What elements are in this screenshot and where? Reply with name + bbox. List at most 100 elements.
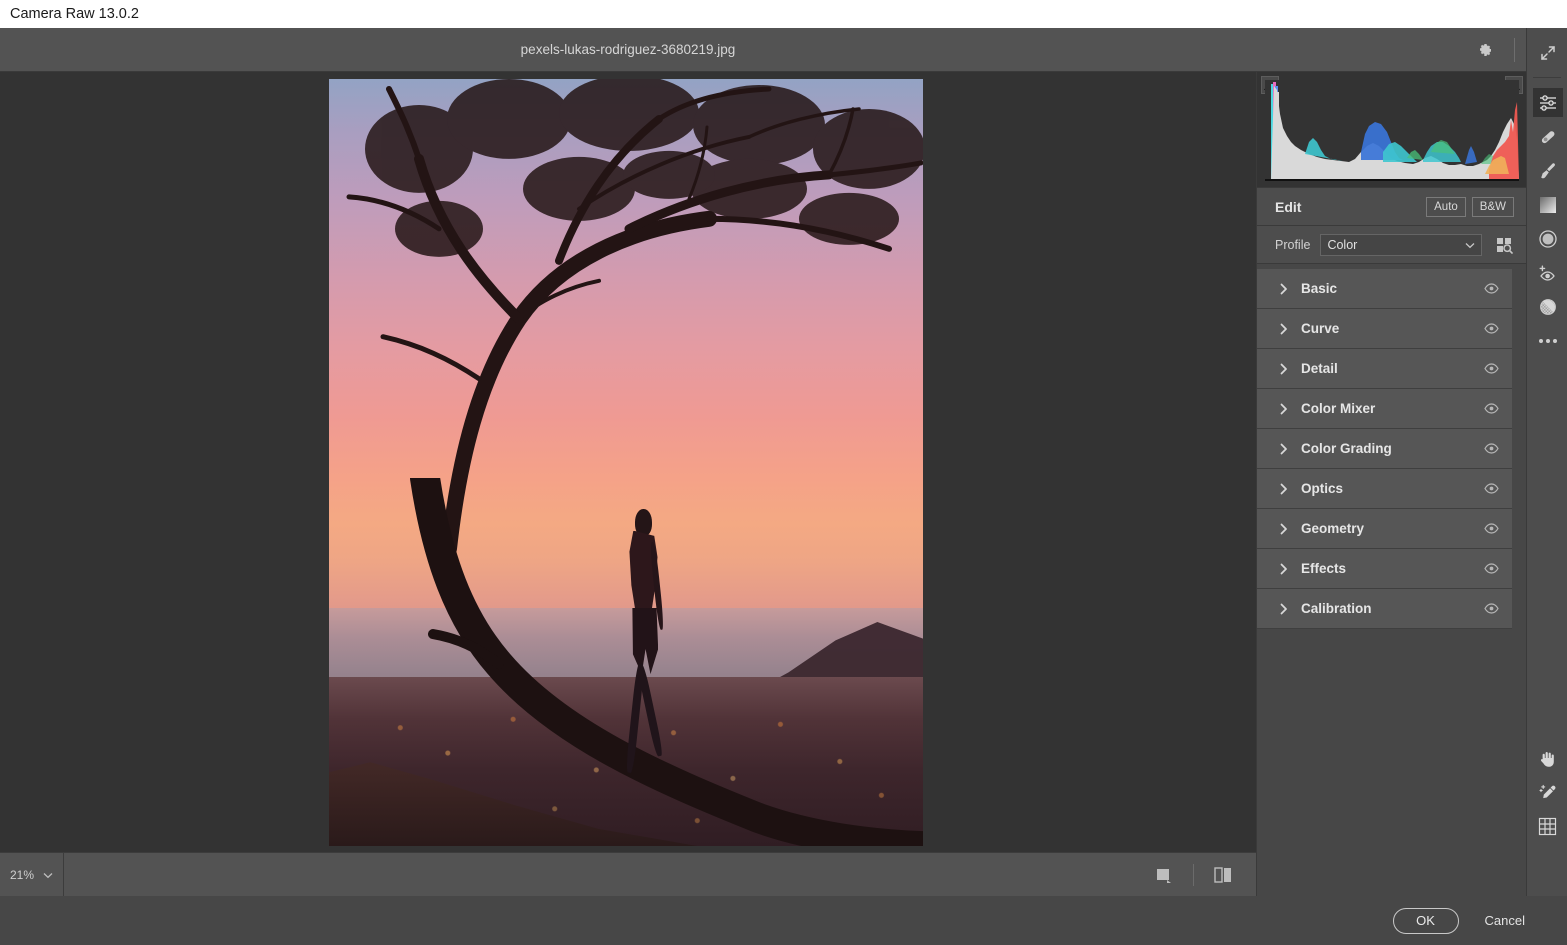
section-row-effects[interactable]: Effects [1257, 549, 1512, 589]
section-row-optics[interactable]: Optics [1257, 469, 1512, 509]
file-name-title: pexels-lukas-rodriguez-3680219.jpg [0, 28, 1256, 71]
section-label: Optics [1301, 481, 1478, 496]
section-label: Calibration [1301, 601, 1478, 616]
chevron-down-icon [1465, 236, 1475, 254]
section-label: Color Mixer [1301, 401, 1478, 416]
camera-raw-window: Camera Raw 13.0.2 pexels-lukas-rodriguez… [0, 0, 1567, 945]
profile-select[interactable]: Color [1320, 234, 1482, 256]
ellipsis-icon [1533, 326, 1563, 355]
eye-icon[interactable] [1478, 316, 1504, 342]
gear-icon[interactable] [1470, 35, 1500, 65]
profile-label: Profile [1275, 238, 1310, 252]
ok-button[interactable]: OK [1393, 908, 1459, 934]
tool-strip [1526, 28, 1567, 896]
photo-image [329, 79, 923, 846]
photo-preview[interactable] [329, 79, 923, 846]
chevron-right-icon [1277, 563, 1291, 575]
eyedropper-icon [1533, 778, 1563, 807]
header-divider [1514, 38, 1515, 62]
tool-strip-divider [1533, 77, 1561, 78]
zoom-level-value: 21% [10, 868, 34, 882]
spot-removal-tool[interactable] [1527, 120, 1567, 153]
radial-circle-icon [1533, 224, 1563, 253]
eye-icon[interactable] [1478, 556, 1504, 582]
window-title-bar: Camera Raw 13.0.2 [0, 0, 1567, 28]
hand-tool[interactable] [1527, 742, 1567, 775]
section-row-geometry[interactable]: Geometry [1257, 509, 1512, 549]
grid-crop-icon [1533, 812, 1563, 841]
eye-icon[interactable] [1478, 596, 1504, 622]
healing-bandage-icon [1533, 122, 1563, 151]
chevron-right-icon [1277, 443, 1291, 455]
radial-filter-tool[interactable] [1527, 222, 1567, 255]
before-after-split-icon[interactable] [1208, 860, 1238, 890]
chevron-right-icon [1277, 283, 1291, 295]
canvas-bottom-bar: 21% [0, 852, 1256, 896]
auto-button[interactable]: Auto [1426, 197, 1466, 217]
chevron-down-icon [43, 866, 53, 884]
fullscreen-toggle-tool[interactable] [1527, 36, 1567, 69]
profile-selected-value: Color [1327, 238, 1465, 252]
white-balance-tool[interactable] [1527, 776, 1567, 809]
gradient-square-icon [1533, 190, 1563, 219]
chevron-right-icon [1277, 323, 1291, 335]
eye-icon[interactable] [1478, 476, 1504, 502]
zoom-level-control[interactable]: 21% [0, 853, 64, 897]
section-label: Geometry [1301, 521, 1478, 536]
chevron-right-icon [1277, 483, 1291, 495]
app-header: pexels-lukas-rodriguez-3680219.jpg [0, 28, 1567, 72]
edit-panel-header: Edit Auto B&W [1257, 188, 1526, 226]
canvas-bottom-spacer [64, 853, 1149, 897]
paintbrush-icon [1533, 156, 1563, 185]
histogram-graph [1265, 80, 1519, 182]
bw-button[interactable]: B&W [1472, 197, 1514, 217]
red-eye-removal-tool[interactable] [1527, 256, 1567, 289]
chevron-right-icon [1277, 523, 1291, 535]
eye-icon[interactable] [1478, 436, 1504, 462]
browse-profiles-grid-icon[interactable] [1492, 233, 1516, 257]
expand-arrows-icon [1533, 38, 1563, 67]
tool-strip-top [1527, 28, 1567, 69]
masking-tool[interactable] [1527, 290, 1567, 323]
hand-icon [1533, 744, 1563, 773]
section-label: Basic [1301, 281, 1478, 296]
window-title: Camera Raw 13.0.2 [10, 6, 139, 22]
section-label: Detail [1301, 361, 1478, 376]
masking-sphere-icon [1533, 292, 1563, 321]
photo-person-silhouette [611, 509, 676, 785]
section-label: Effects [1301, 561, 1478, 576]
eye-icon[interactable] [1478, 396, 1504, 422]
section-row-color-mixer[interactable]: Color Mixer [1257, 389, 1512, 429]
section-label: Color Grading [1301, 441, 1478, 456]
eye-icon[interactable] [1478, 276, 1504, 302]
section-row-calibration[interactable]: Calibration [1257, 589, 1512, 629]
eye-icon[interactable] [1478, 516, 1504, 542]
section-row-curve[interactable]: Curve [1257, 309, 1512, 349]
histogram-panel[interactable] [1257, 72, 1527, 188]
edit-tool[interactable] [1527, 86, 1567, 119]
chevron-right-icon [1277, 363, 1291, 375]
more-options-tool[interactable] [1527, 324, 1567, 357]
cancel-button[interactable]: Cancel [1485, 913, 1525, 928]
tool-strip-bottom [1527, 742, 1567, 844]
chevron-right-icon [1277, 403, 1291, 415]
image-canvas[interactable] [0, 72, 1256, 852]
view-controls-divider [1193, 864, 1194, 886]
crop-tool[interactable] [1527, 810, 1567, 843]
sliders-icon [1533, 88, 1563, 117]
toggle-preview-icon[interactable] [1149, 860, 1179, 890]
section-label: Curve [1301, 321, 1478, 336]
eye-icon[interactable] [1478, 356, 1504, 382]
chevron-right-icon [1277, 603, 1291, 615]
section-row-color-grading[interactable]: Color Grading [1257, 429, 1512, 469]
canvas-view-controls [1149, 853, 1256, 897]
section-row-basic[interactable]: Basic [1257, 269, 1512, 309]
edit-sections-list: Basic Curve [1257, 269, 1526, 629]
section-row-detail[interactable]: Detail [1257, 349, 1512, 389]
dialog-footer: OK Cancel [0, 896, 1567, 945]
red-eye-icon [1533, 258, 1563, 287]
adjustment-brush-tool[interactable] [1527, 154, 1567, 187]
page-title: Edit [1275, 199, 1420, 215]
edit-side-panel: Edit Auto B&W Profile Color [1256, 72, 1526, 896]
graduated-filter-tool[interactable] [1527, 188, 1567, 221]
